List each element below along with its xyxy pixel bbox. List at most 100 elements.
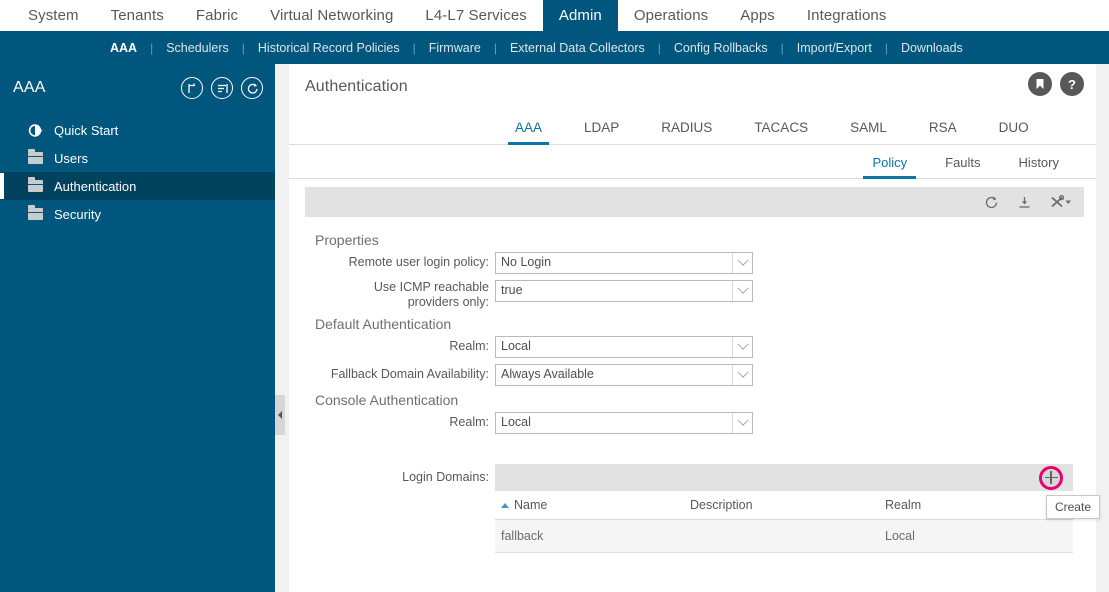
fallback-domain-availability-select[interactable]: Always Available xyxy=(495,364,753,386)
subnav-item-firmware[interactable]: Firmware xyxy=(427,41,483,55)
sidebar-item-security[interactable]: Security xyxy=(0,200,275,228)
subnav-separator: | xyxy=(780,40,784,55)
use-icmp-reachable-providers-select[interactable]: true xyxy=(495,280,753,302)
table-row[interactable]: fallback Local xyxy=(495,519,1073,553)
add-login-domain-button[interactable] xyxy=(1039,465,1063,490)
subnav-item-downloads[interactable]: Downloads xyxy=(899,41,965,55)
content-toolbar xyxy=(305,187,1084,217)
aaa-navigation-sidebar: AAA Quick Start Users Authentication Sec… xyxy=(0,64,275,592)
nav-item-tenants[interactable]: Tenants xyxy=(95,0,180,31)
selected-value: No Login xyxy=(501,255,552,269)
subnav-item-external-data-collectors[interactable]: External Data Collectors xyxy=(508,41,647,55)
sidebar-item-label: Quick Start xyxy=(54,122,119,138)
main-content-panel: Authentication ? AAA LDAP RADIUS TACACS … xyxy=(289,64,1100,592)
sidebar-collapse-handle[interactable] xyxy=(275,395,285,435)
column-header-name[interactable]: Name xyxy=(495,491,690,520)
filter-list-icon[interactable] xyxy=(211,77,233,99)
subnav-separator: | xyxy=(657,40,661,55)
refresh-icon[interactable] xyxy=(241,77,263,99)
chevron-down-icon[interactable] xyxy=(732,281,752,301)
help-icon[interactable]: ? xyxy=(1060,72,1084,96)
tab-duo[interactable]: DUO xyxy=(978,120,1050,144)
chevron-down-icon[interactable] xyxy=(732,413,752,433)
nav-item-virtual-networking[interactable]: Virtual Networking xyxy=(254,0,409,31)
tab-faults[interactable]: Faults xyxy=(926,155,999,178)
download-icon[interactable] xyxy=(1017,195,1032,210)
cell-name: fallback xyxy=(495,519,690,553)
subnav-separator: | xyxy=(241,40,245,55)
remote-user-login-policy-select[interactable]: No Login xyxy=(495,252,753,274)
tab-aaa[interactable]: AAA xyxy=(494,120,563,145)
selected-value: Local xyxy=(501,415,531,429)
console-auth-realm-select[interactable]: Local xyxy=(495,412,753,434)
tab-tacacs[interactable]: TACACS xyxy=(733,120,829,144)
apic-app-window: System Tenants Fabric Virtual Networking… xyxy=(0,0,1109,592)
tools-icon[interactable] xyxy=(1050,194,1072,210)
selected-value: Always Available xyxy=(501,367,594,381)
login-domains-toolbar: Create xyxy=(495,464,1100,519)
sidebar-item-authentication[interactable]: Authentication xyxy=(0,172,275,200)
table-header-row: Name Description Realm xyxy=(495,491,1073,520)
nav-item-operations[interactable]: Operations xyxy=(618,0,724,31)
tab-history[interactable]: History xyxy=(1000,155,1078,178)
sidebar-item-users[interactable]: Users xyxy=(0,144,275,172)
subnav-item-schedulers[interactable]: Schedulers xyxy=(164,41,231,55)
create-tooltip: Create xyxy=(1045,495,1100,519)
primary-navigation-bar: System Tenants Fabric Virtual Networking… xyxy=(0,0,1109,31)
chevron-down-icon[interactable] xyxy=(732,253,752,273)
tab-policy[interactable]: Policy xyxy=(853,155,926,179)
bookmark-icon[interactable] xyxy=(1028,72,1052,96)
column-header-realm[interactable]: Realm xyxy=(885,491,1073,520)
subnav-separator: | xyxy=(493,40,497,55)
field-label: Remote user login policy: xyxy=(348,255,489,269)
field-label: Realm: xyxy=(449,339,489,353)
tab-rsa[interactable]: RSA xyxy=(908,120,978,144)
login-domains-section: Login Domains: Create Name Description R… xyxy=(305,464,1100,553)
nav-item-apps[interactable]: Apps xyxy=(724,0,791,31)
chevron-left-icon xyxy=(278,411,282,419)
subnav-item-config-rollbacks[interactable]: Config Rollbacks xyxy=(672,41,770,55)
sidebar-header-icons xyxy=(181,77,263,99)
nav-item-l4-l7-services[interactable]: L4-L7 Services xyxy=(409,0,542,31)
content-header-icons: ? xyxy=(1028,72,1084,96)
nav-item-admin[interactable]: Admin xyxy=(542,0,618,31)
policy-form: Properties Remote user login policy: No … xyxy=(289,217,1100,553)
sidebar-title: AAA xyxy=(13,79,46,96)
selected-value: true xyxy=(501,283,523,297)
sidebar-item-label: Security xyxy=(54,206,101,222)
tab-saml[interactable]: SAML xyxy=(829,120,908,144)
subnav-item-historical-record-policies[interactable]: Historical Record Policies xyxy=(256,41,402,55)
subnav-item-aaa[interactable]: AAA xyxy=(108,41,139,55)
column-label: Name xyxy=(514,498,548,512)
nav-item-integrations[interactable]: Integrations xyxy=(791,0,903,31)
folder-icon xyxy=(28,177,46,192)
login-domains-label: Login Domains: xyxy=(402,470,489,484)
secondary-navigation-bar: AAA | Schedulers | Historical Record Pol… xyxy=(0,31,1109,64)
subnav-separator: | xyxy=(412,40,416,55)
console-authentication-heading: Console Authentication xyxy=(315,392,459,408)
subnav-item-import-export[interactable]: Import/Export xyxy=(795,41,874,55)
nav-item-system[interactable]: System xyxy=(12,0,95,31)
refresh-icon[interactable] xyxy=(984,195,999,210)
default-auth-realm-select[interactable]: Local xyxy=(495,336,753,358)
field-label: Fallback Domain Availability: xyxy=(330,367,489,381)
sidebar-item-quick-start[interactable]: Quick Start xyxy=(0,116,275,144)
collapse-all-icon[interactable] xyxy=(181,77,203,99)
chevron-down-icon[interactable] xyxy=(732,337,752,357)
login-domains-table-container: Create Name Description Realm fallback L… xyxy=(495,464,1100,553)
login-domains-table: Name Description Realm fallback Local xyxy=(495,491,1073,553)
sort-ascending-icon xyxy=(501,503,509,509)
field-remote-user-login-policy: Remote user login policy: No Login xyxy=(305,252,1096,274)
sidebar-header: AAA xyxy=(0,64,275,112)
selected-value: Local xyxy=(501,339,531,353)
subnav-separator: | xyxy=(884,40,888,55)
tab-ldap[interactable]: LDAP xyxy=(563,120,640,144)
quick-start-icon xyxy=(28,123,46,138)
tab-radius[interactable]: RADIUS xyxy=(640,120,733,144)
chevron-down-icon[interactable] xyxy=(732,365,752,385)
column-header-description[interactable]: Description xyxy=(690,491,885,520)
nav-item-fabric[interactable]: Fabric xyxy=(180,0,254,31)
field-label-line2: providers only: xyxy=(407,295,489,309)
sidebar-item-label: Authentication xyxy=(54,178,137,194)
field-label: Use ICMP reachable providers only: xyxy=(305,280,495,310)
